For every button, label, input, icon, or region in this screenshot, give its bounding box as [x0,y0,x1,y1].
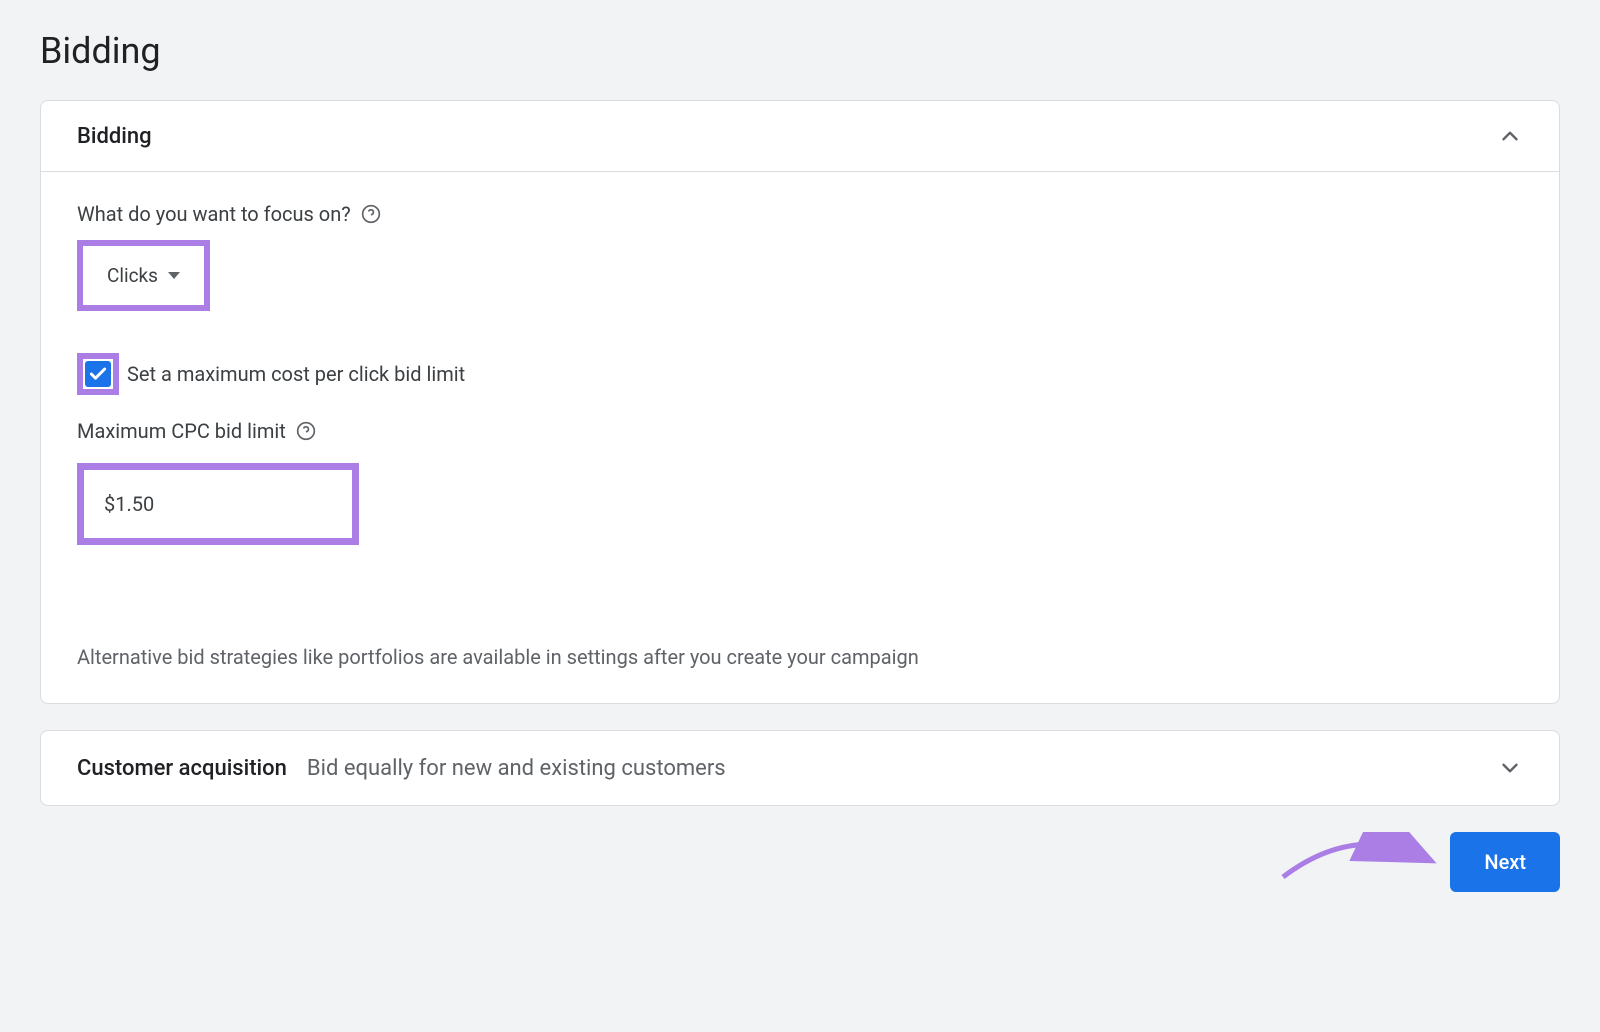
checkmark-icon [88,364,108,384]
focus-label: What do you want to focus on? [77,202,1523,226]
chevron-up-icon [1497,123,1523,149]
checkbox-highlight [77,353,119,395]
focus-dropdown-highlight: Clicks [77,240,210,311]
cpc-label: Maximum CPC bid limit [77,419,1523,443]
focus-label-text: What do you want to focus on? [77,202,351,226]
focus-dropdown[interactable]: Clicks [83,246,204,305]
caret-down-icon [168,272,180,279]
max-cpc-checkbox[interactable] [85,361,111,387]
customer-acquisition-card: Customer acquisition Bid equally for new… [40,730,1560,806]
customer-acquisition-subtitle: Bid equally for new and existing custome… [307,756,726,781]
alternative-strategies-note: Alternative bid strategies like portfoli… [77,645,1523,669]
customer-acquisition-header[interactable]: Customer acquisition Bid equally for new… [41,731,1559,805]
bidding-card: Bidding What do you want to focus on? Cl… [40,100,1560,704]
bidding-card-title: Bidding [77,124,152,149]
cpc-input-highlight [77,463,359,545]
chevron-down-icon [1497,755,1523,781]
footer-row: Next [40,832,1560,892]
bidding-card-header[interactable]: Bidding [41,101,1559,171]
max-cpc-checkbox-label: Set a maximum cost per click bid limit [127,362,465,386]
focus-dropdown-value: Clicks [107,264,158,287]
cpc-input[interactable] [84,470,352,538]
cpc-label-text: Maximum CPC bid limit [77,419,286,443]
help-icon[interactable] [361,204,381,224]
max-cpc-checkbox-row: Set a maximum cost per click bid limit [77,353,1523,395]
arrow-annotation [1278,832,1438,892]
bidding-card-body: What do you want to focus on? Clicks Set… [41,172,1559,703]
page-title: Bidding [40,30,1560,72]
next-button[interactable]: Next [1450,832,1560,892]
customer-acquisition-title: Customer acquisition [77,756,287,781]
help-icon[interactable] [296,421,316,441]
